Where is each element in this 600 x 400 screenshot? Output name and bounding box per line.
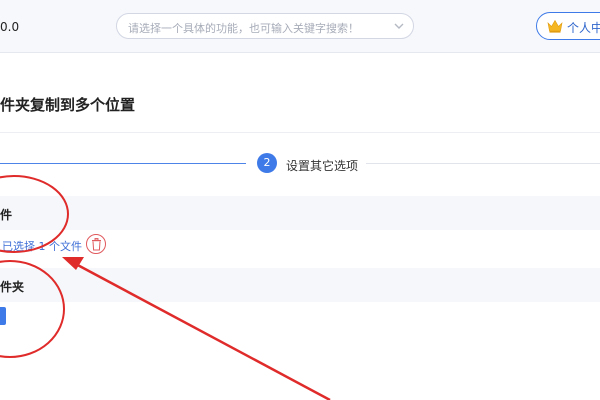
chevron-down-icon[interactable] — [392, 19, 406, 33]
selected-files-link[interactable]: 已选择 1 个文件 — [2, 238, 82, 254]
add-folder-button[interactable] — [0, 307, 6, 325]
search-box[interactable]: 请选择一个具体的功能，也可输入关键字搜索！ — [116, 13, 414, 39]
step-progress-line-pending — [366, 163, 600, 164]
step-number: 2 — [257, 153, 277, 173]
version-text: 0.0 — [0, 20, 20, 34]
target-section-header — [0, 268, 600, 302]
source-section-title: 件 — [0, 208, 13, 222]
top-bar: 0.0 请选择一个具体的功能，也可输入关键字搜索！ 个人中 — [0, 0, 600, 53]
search-placeholder[interactable]: 请选择一个具体的功能，也可输入关键字搜索！ — [128, 20, 359, 36]
user-center-button[interactable]: 个人中 — [536, 12, 600, 40]
target-section-title: 件夹 — [0, 280, 25, 294]
delete-selection-button[interactable] — [86, 234, 106, 254]
step-progress-line-done — [0, 163, 246, 164]
source-section-header — [0, 196, 600, 230]
divider — [0, 132, 600, 133]
crown-icon — [547, 19, 563, 33]
page-title: 件夹复制到多个位置 — [0, 96, 136, 114]
trash-icon — [92, 238, 101, 251]
step-label: 设置其它选项 — [286, 159, 359, 173]
user-center-label: 个人中 — [567, 21, 600, 35]
